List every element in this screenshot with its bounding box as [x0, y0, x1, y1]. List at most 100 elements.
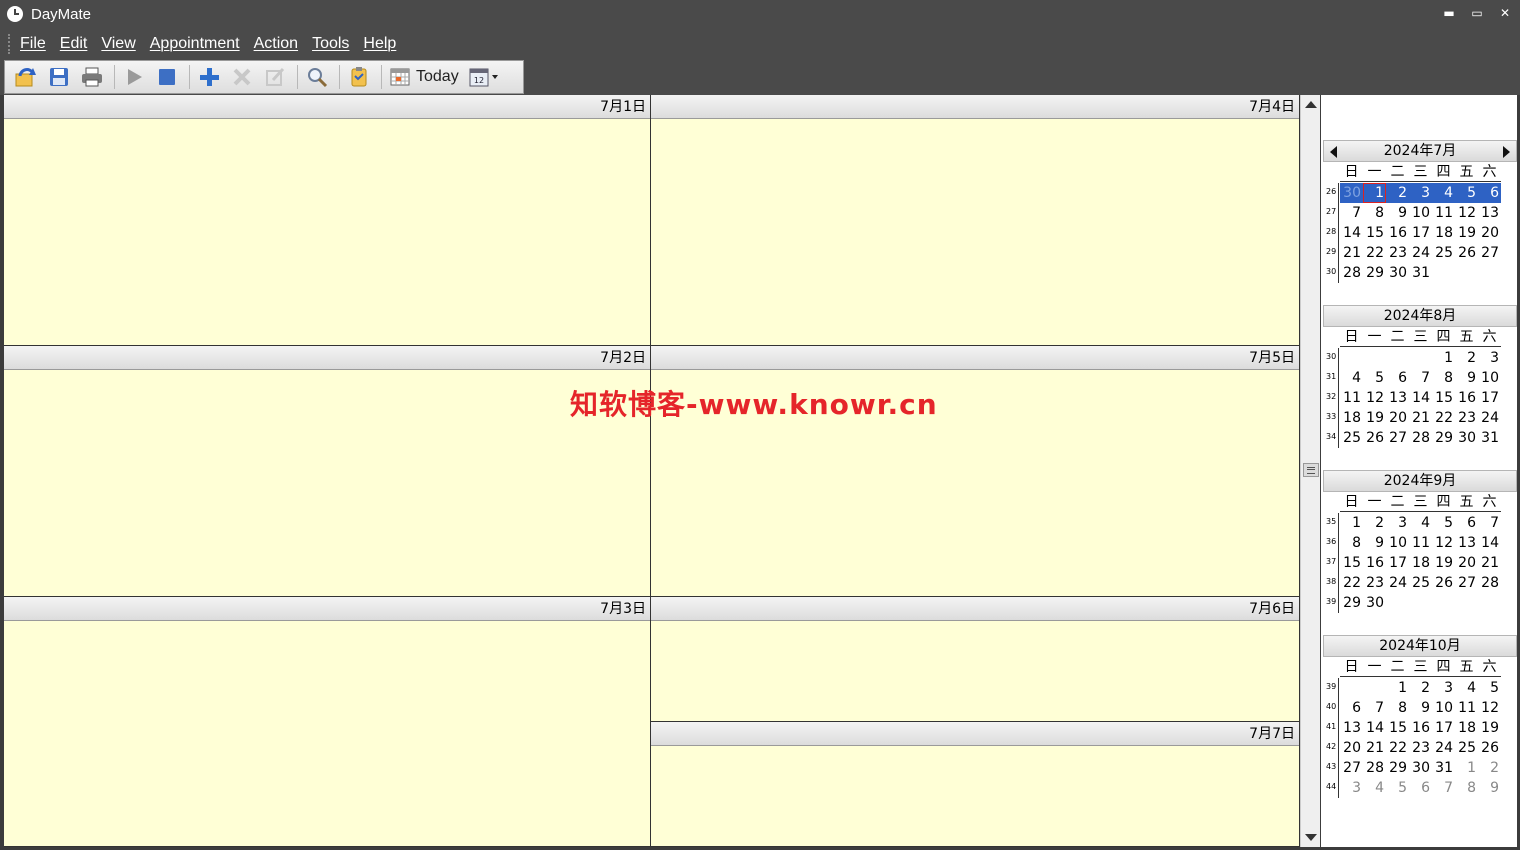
- mini-calendar-day[interactable]: 20: [1386, 408, 1409, 428]
- mini-calendar-day[interactable]: 25: [1409, 573, 1432, 593]
- sync-button[interactable]: [11, 63, 41, 91]
- mini-calendar-day[interactable]: 19: [1478, 718, 1501, 738]
- mini-calendar-day[interactable]: 27: [1386, 428, 1409, 448]
- mini-calendar-day[interactable]: 8: [1386, 698, 1409, 718]
- mini-calendar-title[interactable]: 2024年8月: [1323, 305, 1517, 327]
- mini-calendar-day[interactable]: 18: [1455, 718, 1478, 738]
- mini-calendar-day[interactable]: 16: [1363, 553, 1386, 573]
- scroll-down-icon[interactable]: [1305, 834, 1317, 841]
- mini-calendar-day[interactable]: 31: [1478, 428, 1501, 448]
- day-panel[interactable]: 7月2日: [4, 346, 651, 597]
- mini-calendar-day[interactable]: 13: [1340, 718, 1363, 738]
- mini-calendar-day[interactable]: 14: [1478, 533, 1501, 553]
- mini-calendar-day[interactable]: 9: [1363, 533, 1386, 553]
- mini-calendar-day[interactable]: 22: [1432, 408, 1455, 428]
- mini-calendar-day[interactable]: 1: [1386, 678, 1409, 698]
- mini-calendar-title[interactable]: 2024年7月: [1323, 140, 1517, 162]
- day-header[interactable]: 7月6日: [651, 597, 1299, 621]
- mini-calendar-day[interactable]: 24: [1432, 738, 1455, 758]
- mini-calendar-day[interactable]: 13: [1478, 203, 1501, 223]
- search-button[interactable]: [302, 63, 332, 91]
- mini-calendar-day[interactable]: 21: [1340, 243, 1363, 263]
- mini-calendar-day[interactable]: 7: [1340, 203, 1363, 223]
- next-month-icon[interactable]: [1503, 146, 1510, 158]
- mini-calendar-day[interactable]: 12: [1455, 203, 1478, 223]
- mini-calendar-day[interactable]: 25: [1455, 738, 1478, 758]
- mini-calendar-day[interactable]: 28: [1340, 263, 1363, 283]
- save-button[interactable]: [44, 63, 74, 91]
- day-header[interactable]: 7月1日: [4, 95, 650, 119]
- mini-calendar-day[interactable]: 4: [1432, 183, 1455, 203]
- mini-calendar-day[interactable]: 17: [1478, 388, 1501, 408]
- mini-calendar-day[interactable]: 8: [1363, 203, 1386, 223]
- mini-calendar-day[interactable]: 2: [1455, 348, 1478, 368]
- mini-calendar-day[interactable]: 17: [1432, 718, 1455, 738]
- mini-calendar-day[interactable]: 8: [1432, 368, 1455, 388]
- mini-calendar-day[interactable]: 23: [1386, 243, 1409, 263]
- mini-calendar-day[interactable]: 11: [1340, 388, 1363, 408]
- menu-appointment[interactable]: Appointment: [150, 35, 240, 53]
- mini-calendar-day[interactable]: 11: [1432, 203, 1455, 223]
- mini-calendar-day[interactable]: 21: [1363, 738, 1386, 758]
- mini-calendar-title[interactable]: 2024年10月: [1323, 635, 1517, 657]
- mini-calendar-day[interactable]: 21: [1409, 408, 1432, 428]
- mini-calendar-day[interactable]: 3: [1386, 513, 1409, 533]
- day-header[interactable]: 7月4日: [651, 95, 1299, 119]
- mini-calendar-day[interactable]: 4: [1409, 513, 1432, 533]
- menu-action[interactable]: Action: [254, 35, 298, 53]
- mini-calendar-day[interactable]: 13: [1386, 388, 1409, 408]
- add-appointment-button[interactable]: [194, 63, 224, 91]
- mini-calendar-day[interactable]: 8: [1340, 533, 1363, 553]
- today-button[interactable]: Today: [386, 63, 463, 91]
- mini-calendar-day[interactable]: 24: [1386, 573, 1409, 593]
- mini-calendar-day[interactable]: 23: [1455, 408, 1478, 428]
- mini-calendar-day[interactable]: 5: [1478, 678, 1501, 698]
- mini-calendar-day[interactable]: 5: [1455, 183, 1478, 203]
- mini-calendar-day[interactable]: 30: [1386, 263, 1409, 283]
- mini-calendar-day[interactable]: 29: [1432, 428, 1455, 448]
- mini-calendar-day[interactable]: 10: [1432, 698, 1455, 718]
- mini-calendar-day[interactable]: 10: [1409, 203, 1432, 223]
- day-panel[interactable]: 7月6日: [651, 597, 1300, 722]
- day-panel[interactable]: 7月7日: [651, 722, 1300, 847]
- mini-calendar-day[interactable]: 26: [1478, 738, 1501, 758]
- mini-calendar-day[interactable]: 15: [1386, 718, 1409, 738]
- week-number[interactable]: 39: [1323, 678, 1338, 698]
- mini-calendar-day[interactable]: 12: [1363, 388, 1386, 408]
- week-number[interactable]: 36: [1323, 533, 1338, 553]
- maximize-button[interactable]: ▭: [1468, 4, 1486, 22]
- mini-calendar-day[interactable]: 1: [1340, 513, 1363, 533]
- mini-calendar-day[interactable]: 28: [1363, 758, 1386, 778]
- mini-calendar-day[interactable]: 22: [1363, 243, 1386, 263]
- week-number[interactable]: 29: [1323, 243, 1338, 263]
- mini-calendar-day[interactable]: 9: [1478, 778, 1501, 798]
- mini-calendar-day[interactable]: 17: [1409, 223, 1432, 243]
- mini-calendar-day[interactable]: 25: [1340, 428, 1363, 448]
- mini-calendar-day[interactable]: 13: [1455, 533, 1478, 553]
- mini-calendar-day[interactable]: 7: [1363, 698, 1386, 718]
- week-number[interactable]: 34: [1323, 428, 1338, 448]
- mini-calendar-day[interactable]: 15: [1432, 388, 1455, 408]
- mini-calendar-day[interactable]: 19: [1455, 223, 1478, 243]
- mini-calendar-day[interactable]: 2: [1363, 513, 1386, 533]
- menu-grip[interactable]: [8, 33, 14, 54]
- mini-calendar-day[interactable]: 16: [1386, 223, 1409, 243]
- scroll-thumb[interactable]: [1303, 463, 1319, 477]
- mini-calendar-day[interactable]: 23: [1409, 738, 1432, 758]
- mini-calendar-day[interactable]: 30: [1409, 758, 1432, 778]
- menu-tools[interactable]: Tools: [312, 35, 349, 53]
- mini-calendar-day[interactable]: 11: [1455, 698, 1478, 718]
- print-button[interactable]: [77, 63, 107, 91]
- mini-calendar-day[interactable]: 28: [1409, 428, 1432, 448]
- scroll-up-icon[interactable]: [1305, 101, 1317, 108]
- mini-calendar-day[interactable]: 30: [1455, 428, 1478, 448]
- week-number[interactable]: 28: [1323, 223, 1338, 243]
- mini-calendar-day[interactable]: 2: [1409, 678, 1432, 698]
- week-number[interactable]: 37: [1323, 553, 1338, 573]
- mini-calendar-day[interactable]: 6: [1478, 183, 1501, 203]
- day-header[interactable]: 7月3日: [4, 597, 650, 621]
- mini-calendar-day[interactable]: 15: [1363, 223, 1386, 243]
- mini-calendar-day[interactable]: 5: [1386, 778, 1409, 798]
- mini-calendar-day[interactable]: 6: [1455, 513, 1478, 533]
- play-button[interactable]: [119, 63, 149, 91]
